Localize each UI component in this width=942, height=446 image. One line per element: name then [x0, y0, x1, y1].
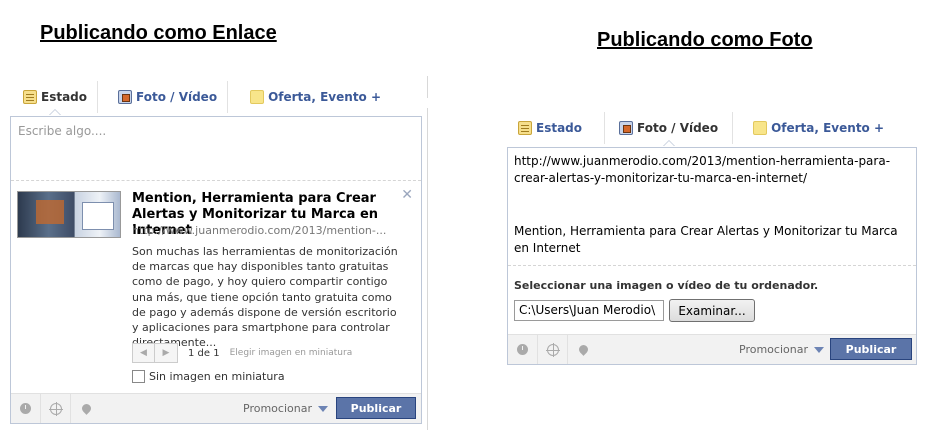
thumbnail-pager: ◀ ▶ 1 de 1 Elegir imagen en miniatura	[132, 343, 352, 363]
no-thumbnail-label: Sin imagen en miniatura	[149, 370, 285, 383]
link-description[interactable]: Son muchas las herramientas de monitoriz…	[132, 244, 404, 350]
active-tab-caret	[49, 109, 61, 115]
active-tab-caret	[662, 140, 675, 146]
status-textarea[interactable]: Escribe algo....	[18, 124, 106, 138]
tab-oferta-evento[interactable]: Oferta, Evento +	[228, 80, 391, 114]
status-icon	[23, 90, 37, 104]
right-composer-tabs: Estado Foto / Vídeo Oferta, Evento +	[508, 111, 894, 146]
left-heading: Publicando como Enlace	[40, 22, 277, 44]
publish-button[interactable]: Publicar	[830, 338, 912, 360]
tab-estado[interactable]: Estado	[13, 80, 97, 115]
pin-icon	[79, 402, 93, 415]
crosshair-icon	[48, 401, 63, 416]
clock-icon	[517, 344, 528, 355]
promote-dropdown[interactable]: Promocionar	[243, 402, 328, 415]
promote-label: Promocionar	[739, 343, 808, 356]
no-thumbnail-option[interactable]: Sin imagen en miniatura	[132, 370, 285, 383]
composer-footer: Promocionar Publicar	[508, 334, 916, 364]
crosshair-icon	[545, 342, 560, 357]
left-composer-tabs: Estado Foto / Vídeo Oferta, Evento +	[13, 80, 391, 115]
thumb-count: 1 de 1	[188, 347, 220, 359]
photo-icon	[619, 121, 634, 135]
tab-oferta-evento[interactable]: Oferta, Evento +	[733, 111, 894, 145]
tag-location-button[interactable]	[538, 335, 568, 364]
post-title-text[interactable]: Mention, Herramienta para Crear Alertas …	[514, 223, 909, 256]
no-thumbnail-checkbox[interactable]	[132, 370, 145, 383]
tab-estado[interactable]: Estado	[508, 111, 592, 145]
choose-thumb-label: Elegir imagen en miniatura	[229, 348, 353, 358]
tab-foto-video[interactable]: Foto / Vídeo	[605, 111, 732, 146]
place-button[interactable]	[568, 335, 598, 364]
tab-label: Estado	[536, 121, 583, 135]
browse-button[interactable]: Examinar...	[669, 299, 755, 322]
status-icon	[518, 121, 532, 135]
clock-icon	[20, 403, 31, 414]
divider	[508, 265, 916, 266]
place-button[interactable]	[71, 394, 101, 423]
prev-thumb-button[interactable]: ◀	[132, 343, 155, 363]
post-url-text[interactable]: http://www.juanmerodio.com/2013/mention-…	[514, 153, 909, 186]
tag-location-button[interactable]	[41, 394, 71, 423]
divider	[11, 180, 421, 181]
next-thumb-button[interactable]: ▶	[155, 343, 178, 363]
chevron-down-icon	[813, 346, 824, 353]
link-url: http://www.juanmerodio.com/2013/mention-…	[132, 224, 387, 237]
tab-label: Foto / Vídeo	[637, 121, 719, 135]
promote-label: Promocionar	[243, 402, 312, 415]
tab-label: Oferta, Evento +	[268, 90, 382, 104]
select-media-label: Seleccionar una imagen o vídeo de tu ord…	[514, 279, 819, 292]
promote-dropdown[interactable]: Promocionar	[739, 343, 824, 356]
offer-icon	[250, 90, 265, 104]
composer-footer: Promocionar Publicar	[11, 393, 421, 423]
chevron-down-icon	[317, 405, 328, 412]
close-icon[interactable]: ✕	[401, 187, 413, 203]
publish-button[interactable]: Publicar	[336, 397, 416, 419]
tab-foto-video[interactable]: Foto / Vídeo	[98, 80, 227, 114]
schedule-button[interactable]	[11, 394, 41, 423]
tab-label: Estado	[41, 90, 88, 104]
left-panel-divider-top	[427, 76, 428, 98]
pin-icon	[576, 343, 590, 356]
schedule-button[interactable]	[508, 335, 538, 364]
left-composer: Escribe algo.... Mention, Herramienta pa…	[10, 116, 422, 424]
photo-icon	[118, 90, 133, 104]
offer-icon	[753, 121, 768, 135]
link-thumbnail	[17, 191, 121, 238]
tab-label: Oferta, Evento +	[771, 121, 885, 135]
right-heading: Publicando como Foto	[597, 29, 813, 51]
tab-label: Foto / Vídeo	[136, 90, 218, 104]
file-path-input[interactable]: C:\Users\Juan Merodio\	[514, 300, 664, 321]
right-composer: http://www.juanmerodio.com/2013/mention-…	[507, 147, 917, 365]
left-panel-divider	[427, 108, 428, 430]
